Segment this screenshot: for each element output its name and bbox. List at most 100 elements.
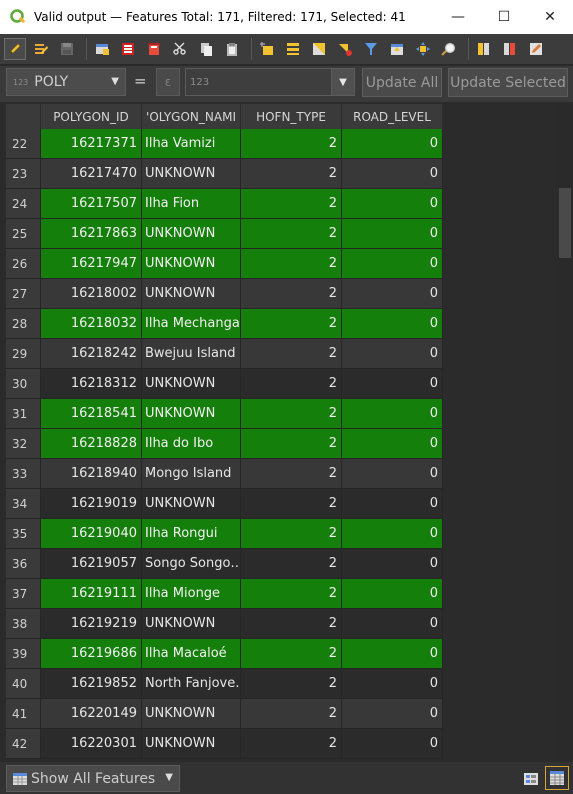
cell-hofn-type[interactable]: 2 <box>241 309 342 339</box>
column-header-polygon-id[interactable]: POLYGON_ID <box>41 104 142 129</box>
cell-polygon-id[interactable]: 16219852 <box>41 669 142 699</box>
cell-polygon-name[interactable]: North Fanjove… <box>142 669 241 699</box>
cell-polygon-id[interactable]: 16217470 <box>41 159 142 189</box>
cell-polygon-id[interactable]: 16218940 <box>41 459 142 489</box>
cell-polygon-id[interactable]: 16218002 <box>41 279 142 309</box>
chevron-down-icon[interactable]: ▼ <box>331 69 354 95</box>
cell-hofn-type[interactable]: 2 <box>241 369 342 399</box>
cell-polygon-id[interactable]: 16218312 <box>41 369 142 399</box>
cell-polygon-name[interactable]: UNKNOWN <box>142 369 241 399</box>
cell-polygon-name[interactable]: Ilha Vamizi <box>142 129 241 159</box>
table-row[interactable]: 27 16218002 UNKNOWN 2 0 <box>6 279 444 309</box>
cell-hofn-type[interactable]: 2 <box>241 219 342 249</box>
delete-feature-button[interactable] <box>143 38 165 60</box>
table-row[interactable]: 40 16219852 North Fanjove… 2 0 <box>6 669 444 699</box>
table-view-button[interactable] <box>545 766 569 790</box>
cell-polygon-id[interactable]: 16220149 <box>41 699 142 729</box>
paste-button[interactable] <box>221 38 243 60</box>
cell-polygon-name[interactable]: UNKNOWN <box>142 399 241 429</box>
table-row[interactable]: 33 16218940 Mongo Island 2 0 <box>6 459 444 489</box>
cell-polygon-id[interactable]: 16218242 <box>41 339 142 369</box>
cell-hofn-type[interactable]: 2 <box>241 729 342 759</box>
cell-polygon-id[interactable]: 16219219 <box>41 609 142 639</box>
row-number-header[interactable]: 26 <box>6 249 41 279</box>
row-number-header[interactable]: 33 <box>6 459 41 489</box>
cell-hofn-type[interactable]: 2 <box>241 399 342 429</box>
show-features-select[interactable]: Show All Features ▼ <box>6 765 180 792</box>
column-header-hofn-type[interactable]: HOFN_TYPE <box>241 104 342 129</box>
cell-polygon-id[interactable]: 16217863 <box>41 219 142 249</box>
corner-header[interactable] <box>6 104 41 129</box>
cell-road-level[interactable]: 0 <box>342 399 443 429</box>
row-number-header[interactable]: 39 <box>6 639 41 669</box>
column-header-road-level[interactable]: ROAD_LEVEL <box>342 104 443 129</box>
table-row[interactable]: 37 16219111 Ilha Mionge 2 0 <box>6 579 444 609</box>
close-button[interactable]: ✕ <box>527 0 573 34</box>
pan-to-selection-button[interactable] <box>412 38 434 60</box>
cell-road-level[interactable]: 0 <box>342 129 443 159</box>
cell-road-level[interactable]: 0 <box>342 669 443 699</box>
row-number-header[interactable]: 28 <box>6 309 41 339</box>
select-by-expression-button[interactable] <box>256 38 278 60</box>
cell-polygon-name[interactable]: Songo Songo… <box>142 549 241 579</box>
invert-selection-button[interactable] <box>308 38 330 60</box>
row-number-header[interactable]: 24 <box>6 189 41 219</box>
row-number-header[interactable]: 31 <box>6 399 41 429</box>
scrollbar-thumb[interactable] <box>559 188 571 258</box>
cell-polygon-name[interactable]: UNKNOWN <box>142 699 241 729</box>
update-all-button[interactable]: Update All <box>362 68 442 97</box>
row-number-header[interactable]: 32 <box>6 429 41 459</box>
cell-hofn-type[interactable]: 2 <box>241 459 342 489</box>
row-number-header[interactable]: 35 <box>6 519 41 549</box>
zoom-to-selection-button[interactable] <box>438 38 460 60</box>
cell-road-level[interactable]: 0 <box>342 519 443 549</box>
cell-polygon-name[interactable]: UNKNOWN <box>142 609 241 639</box>
table-row[interactable]: 28 16218032 Ilha Mechanga 2 0 <box>6 309 444 339</box>
table-row[interactable]: 32 16218828 Ilha do Ibo 2 0 <box>6 429 444 459</box>
table-row[interactable]: 42 16220301 UNKNOWN 2 0 <box>6 729 444 759</box>
cell-road-level[interactable]: 0 <box>342 729 443 759</box>
cell-hofn-type[interactable]: 2 <box>241 159 342 189</box>
update-selected-button[interactable]: Update Selected <box>448 68 568 97</box>
cell-hofn-type[interactable]: 2 <box>241 129 342 159</box>
cell-polygon-name[interactable]: UNKNOWN <box>142 729 241 759</box>
table-row[interactable]: 29 16218242 Bwejuu Island 2 0 <box>6 339 444 369</box>
row-number-header[interactable]: 42 <box>6 729 41 759</box>
cell-hofn-type[interactable]: 2 <box>241 519 342 549</box>
cell-road-level[interactable]: 0 <box>342 249 443 279</box>
cell-hofn-type[interactable]: 2 <box>241 279 342 309</box>
cell-polygon-id[interactable]: 16219111 <box>41 579 142 609</box>
cell-polygon-name[interactable]: UNKNOWN <box>142 279 241 309</box>
cell-polygon-name[interactable]: UNKNOWN <box>142 219 241 249</box>
field-select[interactable]: 123 POLY ▼ <box>6 68 126 96</box>
cell-hofn-type[interactable]: 2 <box>241 189 342 219</box>
cell-road-level[interactable]: 0 <box>342 639 443 669</box>
form-view-button[interactable] <box>520 768 542 790</box>
toggle-editing-button[interactable] <box>4 38 26 60</box>
cell-hofn-type[interactable]: 2 <box>241 429 342 459</box>
add-feature-button[interactable] <box>117 38 139 60</box>
cell-road-level[interactable]: 0 <box>342 459 443 489</box>
table-row[interactable]: 31 16218541 UNKNOWN 2 0 <box>6 399 444 429</box>
cell-hofn-type[interactable]: 2 <box>241 579 342 609</box>
row-number-header[interactable]: 23 <box>6 159 41 189</box>
filter-button[interactable] <box>360 38 382 60</box>
reload-button[interactable] <box>91 38 113 60</box>
cell-polygon-name[interactable]: Ilha Rongui <box>142 519 241 549</box>
move-selection-top-button[interactable] <box>386 38 408 60</box>
cell-polygon-name[interactable]: Ilha Mechanga <box>142 309 241 339</box>
cell-polygon-name[interactable]: Ilha Macaloé <box>142 639 241 669</box>
table-row[interactable]: 25 16217863 UNKNOWN 2 0 <box>6 219 444 249</box>
table-row[interactable]: 24 16217507 Ilha Fion 2 0 <box>6 189 444 219</box>
multi-edit-button[interactable] <box>30 38 52 60</box>
deselect-all-button[interactable] <box>334 38 356 60</box>
cell-polygon-id[interactable]: 16219040 <box>41 519 142 549</box>
cell-polygon-name[interactable]: UNKNOWN <box>142 159 241 189</box>
row-number-header[interactable]: 34 <box>6 489 41 519</box>
cell-road-level[interactable]: 0 <box>342 699 443 729</box>
cell-road-level[interactable]: 0 <box>342 339 443 369</box>
cell-polygon-id[interactable]: 16219019 <box>41 489 142 519</box>
expression-input[interactable]: 123 ▼ <box>185 68 355 96</box>
cut-button[interactable] <box>169 38 191 60</box>
cell-polygon-id[interactable]: 16218541 <box>41 399 142 429</box>
